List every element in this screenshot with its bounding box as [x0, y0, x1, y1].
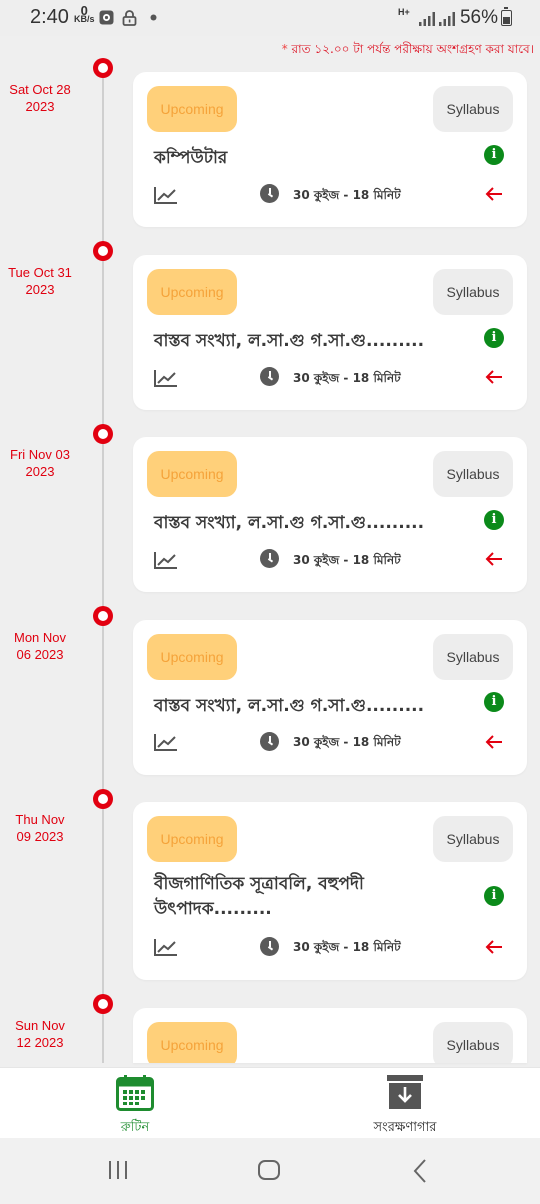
nav-archive-label: সংরক্ষণাগার [373, 1120, 437, 1135]
date-line-1: Fri Nov 03 [10, 447, 70, 462]
info-icon[interactable]: i [484, 692, 504, 712]
timeline-dot [93, 789, 113, 809]
archive-download-icon [387, 1075, 423, 1109]
card-title: বাস্তব সংখ্যা, ল.সা.গু গ.সা.গু......... [154, 513, 425, 533]
upcoming-badge: Upcoming [147, 86, 237, 132]
syllabus-button[interactable]: Syllabus [433, 269, 513, 315]
quiz-card[interactable]: Upcoming Syllabus বাস্তব সংখ্যা, ল.সা.গু… [133, 255, 527, 410]
trending-up-icon[interactable] [153, 937, 179, 957]
trending-up-icon[interactable] [153, 368, 179, 388]
trending-up-icon[interactable] [153, 732, 179, 752]
schedule-date: Tue Oct 31 2023 [0, 264, 80, 298]
upcoming-badge: Upcoming [147, 1022, 237, 1063]
schedule-date: Sat Oct 28 2023 [0, 81, 80, 115]
date-line-2: 2023 [25, 282, 55, 297]
home-icon[interactable] [257, 1159, 281, 1181]
date-line-2: 12 2023 [16, 1035, 64, 1050]
trending-up-icon[interactable] [153, 185, 179, 205]
schedule-date: Fri Nov 03 2023 [0, 446, 80, 480]
clock-icon [260, 937, 279, 956]
notice-text: রাত ১২.০০ টা পর্যন্ত পরীক্ষায় অংশগ্রহণ … [291, 42, 534, 56]
recent-apps-icon[interactable] [107, 1159, 129, 1181]
card-title: বীজগাণিতিক সূত্রাবলি, বহুপদী উৎপাদক.....… [154, 874, 364, 919]
date-line-2: 09 2023 [16, 829, 64, 844]
screen-record-icon [99, 10, 114, 25]
nav-routine-label: রুটিন [120, 1120, 150, 1135]
upcoming-badge: Upcoming [147, 816, 237, 862]
nav-routine[interactable]: রুটিন [0, 1068, 270, 1138]
exam-time-notice: * রাত ১২.০০ টা পর্যন্ত পরীক্ষায় অংশগ্রহ… [282, 41, 534, 61]
clock-icon [260, 367, 279, 386]
quiz-meta: 30 কুইজ - 18 মিনিট [293, 188, 401, 202]
syllabus-button[interactable]: Syllabus [433, 86, 513, 132]
lock-icon [122, 10, 137, 26]
schedule-date: Thu Nov 09 2023 [0, 811, 80, 845]
calendar-icon [116, 1075, 154, 1111]
battery-icon [501, 7, 512, 26]
card-title: বাস্তব সংখ্যা, ল.সা.গু গ.সা.গু......... [154, 331, 425, 351]
syllabus-button[interactable]: Syllabus [433, 816, 513, 862]
info-icon[interactable]: i [484, 328, 504, 348]
status-bar: 2:40 0 KB/s H+ 56% [0, 0, 540, 36]
upcoming-badge: Upcoming [147, 634, 237, 680]
arrow-left-icon[interactable] [485, 552, 503, 566]
date-line-2: 06 2023 [16, 647, 64, 662]
signal-icon [419, 12, 435, 26]
arrow-left-icon[interactable] [485, 735, 503, 749]
date-line-1: Sun Nov [15, 1018, 65, 1033]
syllabus-button[interactable]: Syllabus [433, 1022, 513, 1063]
date-line-2: 2023 [25, 99, 55, 114]
upcoming-badge: Upcoming [147, 451, 237, 497]
clock-icon [260, 732, 279, 751]
clock-icon [260, 549, 279, 568]
arrow-left-icon[interactable] [485, 370, 503, 384]
notice-star: * [281, 42, 288, 56]
quiz-card[interactable]: Upcoming Syllabus বাস্তব সংখ্যা, ল.সা.গু… [133, 620, 527, 775]
timeline-dot [93, 58, 113, 78]
date-line-1: Thu Nov [15, 812, 65, 827]
quiz-card[interactable]: Upcoming Syllabus [133, 1008, 527, 1063]
timeline-dot [93, 241, 113, 261]
back-icon[interactable] [412, 1159, 428, 1183]
status-time: 2:40 [30, 6, 69, 28]
timeline-dot [93, 606, 113, 626]
syllabus-button[interactable]: Syllabus [433, 451, 513, 497]
timeline-line [102, 68, 104, 1063]
info-icon[interactable]: i [484, 886, 504, 906]
info-icon[interactable]: i [484, 510, 504, 530]
net-speed-unit: KB/s [74, 14, 95, 24]
bottom-navigation: রুটিন সংরক্ষণাগার [0, 1067, 540, 1138]
upcoming-badge: Upcoming [147, 269, 237, 315]
signal-icon-2 [439, 12, 455, 26]
nav-archive[interactable]: সংরক্ষণাগার [270, 1068, 540, 1138]
card-title: কম্পিউটার [154, 148, 228, 168]
card-title: বাস্তব সংখ্যা, ল.সা.গু গ.সা.গু......... [154, 696, 425, 716]
quiz-meta: 30 কুইজ - 18 মিনিট [293, 553, 401, 567]
notification-dot-icon [150, 14, 157, 21]
quiz-meta: 30 কুইজ - 18 মিনিট [293, 940, 401, 954]
timeline-dot [93, 424, 113, 444]
trending-up-icon[interactable] [153, 550, 179, 570]
system-navigation-bar [0, 1138, 540, 1204]
syllabus-button[interactable]: Syllabus [433, 634, 513, 680]
schedule-date: Mon Nov 06 2023 [0, 629, 80, 663]
clock-icon [260, 184, 279, 203]
quiz-card[interactable]: Upcoming Syllabus কম্পিউটার i 30 কুইজ - … [133, 72, 527, 227]
arrow-left-icon[interactable] [485, 187, 503, 201]
timeline-dot [93, 994, 113, 1014]
network-type: H+ [398, 7, 410, 17]
date-line-2: 2023 [25, 464, 55, 479]
date-line-1: Sat Oct 28 [9, 82, 71, 97]
battery-percent: 56% [459, 7, 498, 28]
info-icon[interactable]: i [484, 145, 504, 165]
arrow-left-icon[interactable] [485, 940, 503, 954]
schedule-date: Sun Nov 12 2023 [0, 1017, 80, 1051]
quiz-card[interactable]: Upcoming Syllabus বীজগাণিতিক সূত্রাবলি, … [133, 802, 527, 980]
net-speed: 0 KB/s [74, 4, 95, 24]
quiz-card[interactable]: Upcoming Syllabus বাস্তব সংখ্যা, ল.সা.গু… [133, 437, 527, 592]
quiz-meta: 30 কুইজ - 18 মিনিট [293, 371, 401, 385]
date-line-1: Mon Nov [13, 630, 67, 645]
date-line-1: Tue Oct 31 [8, 265, 72, 280]
quiz-meta: 30 কুইজ - 18 মিনিট [293, 735, 401, 749]
